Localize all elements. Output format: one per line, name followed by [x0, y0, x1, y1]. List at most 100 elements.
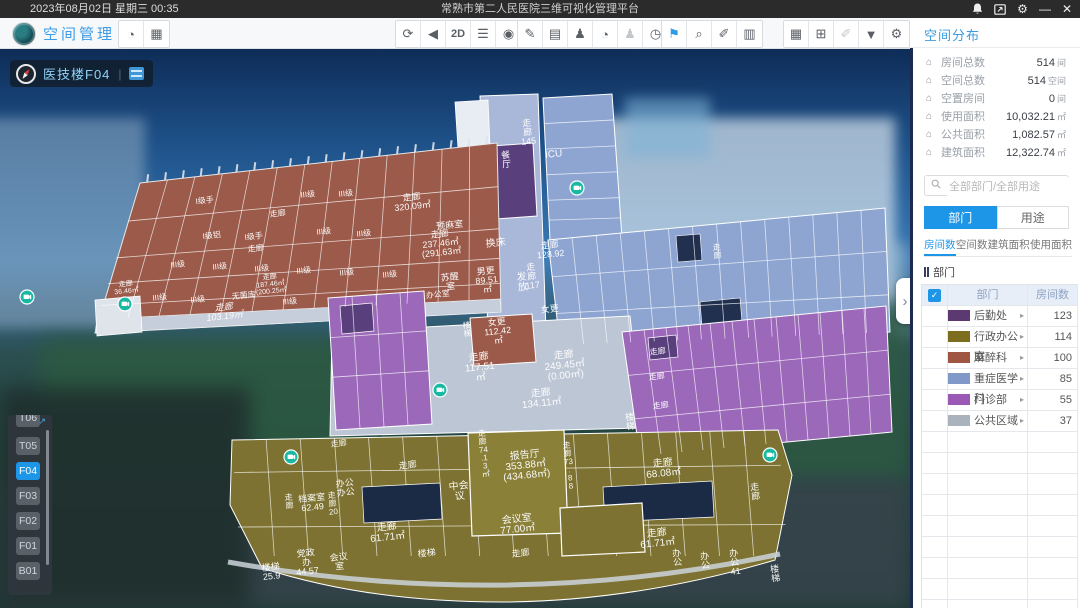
- chart-stats-icon[interactable]: ▥: [737, 21, 762, 47]
- window-title: 常熟市第二人民医院三维可视化管理平台: [0, 0, 1080, 18]
- floorplan-region-rooms[interactable]: [455, 100, 490, 148]
- toolbar-group-view: ⟳◀2D☰◉: [395, 20, 522, 48]
- plan-label: 走廊: [398, 458, 417, 471]
- camera-marker-icon[interactable]: [284, 450, 298, 464]
- tab-用途[interactable]: 用途: [997, 206, 1070, 229]
- minimize-icon[interactable]: —: [1039, 0, 1051, 18]
- toolbar-group-data: ▦⊞✐▼⚙: [783, 20, 910, 48]
- floor-button-B01[interactable]: B01: [16, 562, 40, 580]
- plan-label: 走廊: [649, 345, 666, 357]
- table-row-empty: [922, 600, 1078, 608]
- building-icon: ⌂: [926, 90, 932, 108]
- expand-arrow-icon[interactable]: ▸: [1020, 306, 1024, 326]
- compass-icon: [15, 63, 37, 85]
- camera-marker-icon[interactable]: [118, 297, 132, 311]
- toolbar-group-mark: ⚑⌕✐▥: [661, 20, 763, 48]
- mode-2d-icon[interactable]: 2D: [446, 21, 471, 47]
- department-search: [924, 175, 1069, 196]
- subtab-使用面积[interactable]: 使用面积: [1030, 236, 1072, 256]
- stat-label: 使用面积: [941, 108, 985, 126]
- floorplan-region-logistics[interactable]: [340, 303, 374, 334]
- search-icon: [931, 179, 941, 189]
- flag-marker-icon[interactable]: ⚑: [662, 21, 687, 47]
- building-icon: ⌂: [926, 54, 932, 72]
- screen-capture-icon[interactable]: [994, 0, 1006, 18]
- floor-button-F01[interactable]: F01: [16, 537, 40, 555]
- table-row-empty: [922, 432, 1078, 453]
- expand-arrow-icon[interactable]: ▸: [1020, 348, 1024, 368]
- stat-row: ⌂房间总数514间: [913, 54, 1080, 72]
- reset-view-icon[interactable]: ⟳: [396, 21, 421, 47]
- info-card-icon[interactable]: ▤: [543, 21, 568, 47]
- floor-button-F03[interactable]: F03: [16, 487, 40, 505]
- edit-note-icon[interactable]: ✐: [712, 21, 737, 47]
- expand-arrow-icon[interactable]: ▸: [1020, 369, 1024, 389]
- notification-bell-icon[interactable]: [972, 0, 983, 18]
- floor-button-F04[interactable]: F04: [16, 462, 40, 480]
- table-row-empty: [922, 495, 1078, 516]
- gauge-dashboard-icon[interactable]: ◔: [593, 21, 618, 47]
- plan-label: 楼梯25.9: [261, 560, 281, 582]
- layer-sliders-icon[interactable]: ☰: [471, 21, 496, 47]
- camera-marker-icon[interactable]: [433, 383, 447, 397]
- subtab-空间数[interactable]: 空间数: [956, 236, 988, 256]
- person-disabled-icon: ♟: [618, 21, 643, 47]
- plan-label: III级: [356, 227, 372, 238]
- floor-button-T05[interactable]: T05: [16, 437, 40, 455]
- section-bars-icon: [924, 267, 926, 277]
- plan-label: III级: [339, 266, 355, 277]
- data-table-icon[interactable]: ⊞: [809, 21, 834, 47]
- scene-3d-viewport[interactable]: I级手III级III级走廊I级铝I级手III级III级走廊III级III级III…: [0, 48, 910, 608]
- table-row[interactable]: 门诊部▸55: [922, 390, 1078, 411]
- metric-subtabs: 房间数空间数建筑面积使用面积: [924, 236, 1072, 257]
- select-arrow-icon[interactable]: ◀: [421, 21, 446, 47]
- expand-arrow-icon[interactable]: ▸: [1020, 390, 1024, 410]
- stat-row: ⌂空间总数514空间: [913, 72, 1080, 90]
- floor-list-icon[interactable]: [129, 67, 144, 80]
- table-row[interactable]: 重症医学科▸85: [922, 369, 1078, 390]
- table-header: ✓部门房间数: [922, 285, 1078, 306]
- stat-label: 空置房间: [941, 90, 985, 108]
- panel-collapse-handle[interactable]: ›: [896, 278, 910, 324]
- person-track-icon[interactable]: ♟: [568, 21, 593, 47]
- plan-label: 楼梯: [417, 546, 436, 559]
- stat-value: 10,032.21㎡: [1006, 108, 1066, 126]
- plan-label: 走廊: [511, 546, 530, 559]
- pie-chart-view-icon[interactable]: ◔: [119, 21, 144, 47]
- settings-gear-icon[interactable]: ⚙: [1017, 0, 1028, 18]
- floorplan-courtyard: [362, 483, 442, 523]
- department-color-swatch: [948, 394, 970, 405]
- floor-selector-scrollbar[interactable]: [46, 430, 49, 565]
- layout-blocks-icon[interactable]: ▦: [784, 21, 809, 47]
- camera-marker-icon[interactable]: [20, 290, 34, 304]
- camera-marker-icon[interactable]: [570, 181, 584, 195]
- search-input[interactable]: [947, 177, 1069, 196]
- grid-view-icon[interactable]: ▦: [144, 21, 169, 47]
- table-row[interactable]: 公共区域▸37: [922, 411, 1078, 432]
- floor-selector: — ↗ T06T05F04F03F02F01B01: [8, 415, 52, 595]
- building-icon: ⌂: [926, 144, 932, 162]
- plan-label: III级: [170, 258, 186, 269]
- settings-gear-icon[interactable]: ⚙: [884, 21, 909, 47]
- edit-disabled-icon: ✐: [834, 21, 859, 47]
- plan-label: 女更: [540, 302, 559, 315]
- filter-funnel-icon[interactable]: ▼: [859, 21, 884, 47]
- table-row[interactable]: 后勤处▸123: [922, 306, 1078, 327]
- expand-arrow-icon[interactable]: ▸: [1020, 411, 1024, 431]
- select-all-checkbox[interactable]: ✓: [928, 289, 941, 302]
- floor-button-F02[interactable]: F02: [16, 512, 40, 530]
- floorplan-region-meeting-room[interactable]: [560, 503, 645, 556]
- close-icon[interactable]: ✕: [1062, 0, 1072, 18]
- subtab-建筑面积[interactable]: 建筑面积: [988, 236, 1030, 256]
- plan-label: III级: [382, 268, 398, 279]
- tab-部门[interactable]: 部门: [924, 206, 997, 229]
- expand-arrow-icon[interactable]: ▸: [1020, 327, 1024, 347]
- search-icon[interactable]: ⌕: [687, 21, 712, 47]
- measure-tool-icon[interactable]: ✎: [518, 21, 543, 47]
- table-row[interactable]: 麻醉科▸100: [922, 348, 1078, 369]
- plan-label: 办公办公: [335, 476, 355, 498]
- floor-button-T06[interactable]: T06: [16, 415, 40, 427]
- camera-marker-icon[interactable]: [763, 448, 777, 462]
- subtab-房间数[interactable]: 房间数: [924, 236, 956, 256]
- table-row[interactable]: 行政办公室▸114: [922, 327, 1078, 348]
